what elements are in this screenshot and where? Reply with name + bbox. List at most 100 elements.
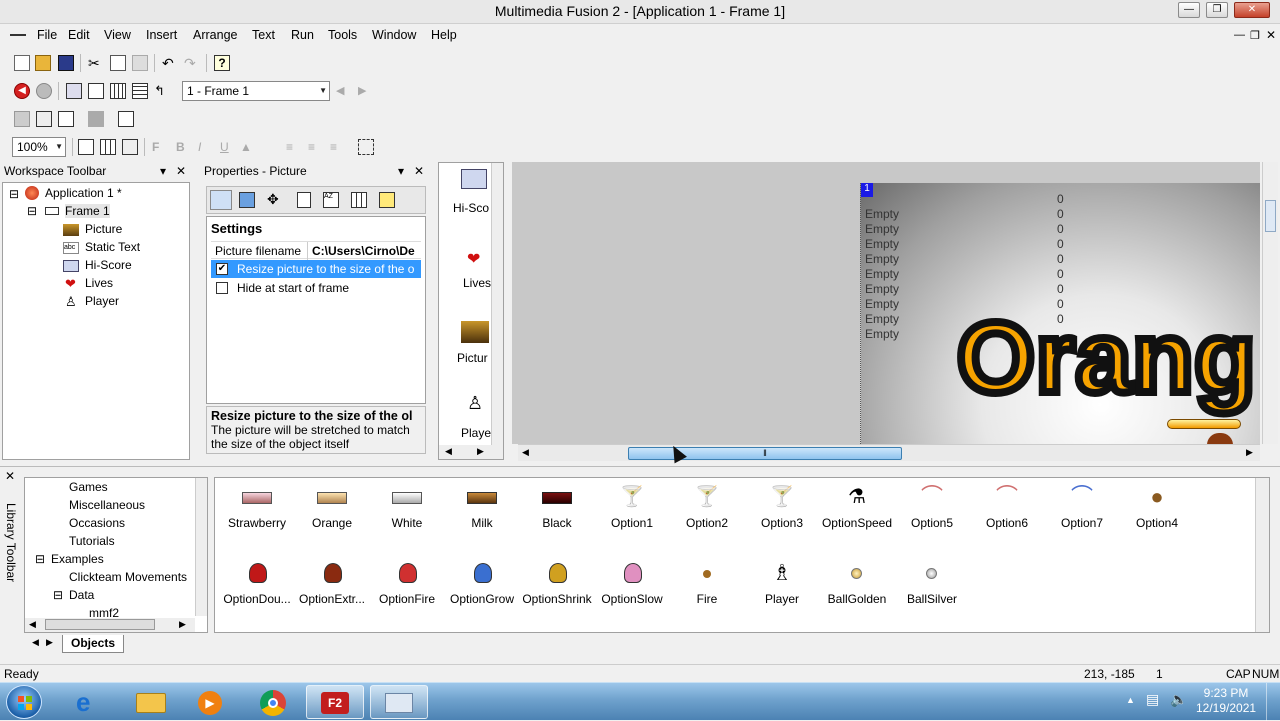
menu-window[interactable]: Window xyxy=(372,28,416,42)
paddle-sprite[interactable] xyxy=(1167,419,1241,429)
library-item-optionspeed[interactable]: ⚗ OptionSpeed xyxy=(819,484,895,530)
strip-label-player[interactable]: Playe xyxy=(461,426,491,440)
library-item-optionshrink[interactable]: OptionShrink xyxy=(519,560,595,606)
editor-hscrollbar[interactable]: ◀ ‖ ▶ xyxy=(518,444,1260,461)
chrome-icon[interactable] xyxy=(244,685,302,719)
tree-object-hi-score[interactable]: Hi-Score xyxy=(85,258,132,272)
library-item-player[interactable]: ♗ Player xyxy=(744,560,820,606)
volume-icon[interactable]: 🔈 xyxy=(1170,691,1187,708)
align-center-icon[interactable]: ≡ xyxy=(308,139,324,155)
open-folder-icon[interactable] xyxy=(35,55,51,71)
tree-expander-icon[interactable]: ⊟ xyxy=(35,552,45,566)
library-item-option1[interactable]: 🍸 Option1 xyxy=(594,484,670,530)
hide-row[interactable]: Hide at start of frame xyxy=(211,279,421,297)
tree-object-static-text[interactable]: Static Text xyxy=(85,240,140,254)
menu-arrange[interactable]: Arrange xyxy=(193,28,237,42)
library-item-optiongrow[interactable]: OptionGrow xyxy=(444,560,520,606)
grid-setup-icon[interactable] xyxy=(122,139,138,155)
tab-objects[interactable]: Objects xyxy=(62,635,124,653)
tab-values-icon[interactable]: AZ xyxy=(323,192,339,208)
scroll-right-icon[interactable]: ▶ xyxy=(1246,447,1253,458)
run-frame-icon[interactable] xyxy=(36,111,52,127)
start-button[interactable] xyxy=(6,685,42,719)
underline-icon[interactable]: U xyxy=(220,139,236,155)
fusion-icon[interactable]: F2 xyxy=(306,685,364,719)
object-marker[interactable]: 1 xyxy=(861,183,873,197)
mdi-minimize-icon[interactable]: — xyxy=(1234,29,1245,41)
document-menu-icon[interactable] xyxy=(10,30,26,40)
align-left-icon[interactable]: ≡ xyxy=(286,139,302,155)
cut-icon[interactable]: ✂ xyxy=(88,55,104,71)
control-panel-icon[interactable] xyxy=(370,685,428,719)
tree-frame[interactable]: Frame 1 xyxy=(65,204,110,218)
strip-scrollbar[interactable] xyxy=(491,163,503,445)
bold-icon[interactable]: B xyxy=(176,139,192,155)
library-items-vscrollbar[interactable] xyxy=(1255,478,1269,632)
help-icon[interactable]: ? xyxy=(214,55,230,71)
library-item-optionfire[interactable]: OptionFire xyxy=(369,560,445,606)
menu-edit[interactable]: Edit xyxy=(68,28,90,42)
restore-button[interactable]: ❐ xyxy=(1206,2,1228,18)
tab-runtime-icon[interactable] xyxy=(297,192,311,208)
library-item-strawberry[interactable]: Strawberry xyxy=(219,484,295,530)
tree-item-occasions[interactable]: Occasions xyxy=(69,516,125,530)
library-item-black[interactable]: Black xyxy=(519,484,595,530)
paste-icon[interactable] xyxy=(132,55,148,71)
tree-item-data[interactable]: Data xyxy=(69,588,94,602)
menu-insert[interactable]: Insert xyxy=(146,28,177,42)
library-tree-hscrollbar[interactable]: ◀ ▶ xyxy=(25,618,195,632)
frame-select[interactable]: 1 - Frame 1 ▼ xyxy=(182,81,330,101)
ie-icon[interactable]: e xyxy=(60,685,118,719)
run-application-icon[interactable] xyxy=(14,111,30,127)
strip-label-hi-score[interactable]: Hi-Sco xyxy=(453,201,489,215)
library-item-white[interactable]: White xyxy=(369,484,445,530)
new-file-icon[interactable] xyxy=(14,55,30,71)
library-item-ballsilver[interactable]: BallSilver xyxy=(894,560,970,606)
library-item-option2[interactable]: 🍸 Option2 xyxy=(669,484,745,530)
tree-item-examples[interactable]: Examples xyxy=(51,552,104,566)
tree-item-games[interactable]: Games xyxy=(69,480,108,494)
tab-settings-icon[interactable] xyxy=(210,190,232,210)
library-item-option7[interactable]: ⌒ Option7 xyxy=(1044,484,1120,530)
tree-object-picture[interactable]: Picture xyxy=(85,222,122,236)
italic-icon[interactable]: I xyxy=(198,139,214,155)
strip-label-picture[interactable]: Pictur xyxy=(457,351,488,365)
library-item-option4[interactable]: ● Option4 xyxy=(1119,484,1195,530)
panel-close-icon[interactable]: ✕ xyxy=(414,162,424,180)
storyboard-editor-icon[interactable] xyxy=(66,83,82,99)
tab-about-icon[interactable] xyxy=(379,192,395,208)
library-item-option5[interactable]: ⌒ Option5 xyxy=(894,484,970,530)
data-elements-icon[interactable]: ↰ xyxy=(154,83,170,99)
minimize-button[interactable]: — xyxy=(1178,2,1200,18)
next-frame-icon[interactable]: ▶ xyxy=(358,83,374,99)
font-icon[interactable]: F xyxy=(152,139,168,155)
tree-item-tutorials[interactable]: Tutorials xyxy=(69,534,115,548)
back-icon[interactable]: ◀ xyxy=(14,83,30,99)
mdi-close-icon[interactable]: ✕ xyxy=(1266,28,1276,42)
fit-window-icon[interactable] xyxy=(358,139,374,155)
network-icon[interactable]: ▤ xyxy=(1146,691,1159,708)
editor-vscroll-thumb[interactable] xyxy=(1265,200,1276,232)
show-desktop-button[interactable] xyxy=(1266,683,1280,721)
pin-icon[interactable]: ▾ xyxy=(160,162,166,180)
tab-events-icon[interactable] xyxy=(351,192,367,208)
align-right-icon[interactable]: ≡ xyxy=(330,139,346,155)
filename-value[interactable]: C:\Users\Cirno\De xyxy=(307,242,421,260)
editor-splitter[interactable] xyxy=(509,162,512,462)
tree-expander-icon[interactable]: ⊟ xyxy=(9,187,19,201)
picture-object-text[interactable]: Orang xyxy=(953,298,1259,418)
tab-scroll-left-icon[interactable]: ◀ xyxy=(32,637,39,648)
library-item-option6[interactable]: ⌒ Option6 xyxy=(969,484,1045,530)
text-color-icon[interactable]: ▲ xyxy=(240,139,256,155)
menu-tools[interactable]: Tools xyxy=(328,28,357,42)
save-icon[interactable] xyxy=(58,55,74,71)
menu-file[interactable]: File xyxy=(37,28,57,42)
tree-item-miscellaneous[interactable]: Miscellaneous xyxy=(69,498,145,512)
preview-icon[interactable] xyxy=(58,111,74,127)
event-list-editor-icon[interactable] xyxy=(132,83,148,99)
tab-scroll-right-icon[interactable]: ▶ xyxy=(46,637,53,648)
editor-vscrollbar[interactable] xyxy=(1262,162,1278,444)
scroll-left-icon[interactable]: ◀ xyxy=(522,447,529,458)
tree-object-lives[interactable]: Lives xyxy=(85,276,113,290)
player-sprite[interactable] xyxy=(1207,433,1233,444)
